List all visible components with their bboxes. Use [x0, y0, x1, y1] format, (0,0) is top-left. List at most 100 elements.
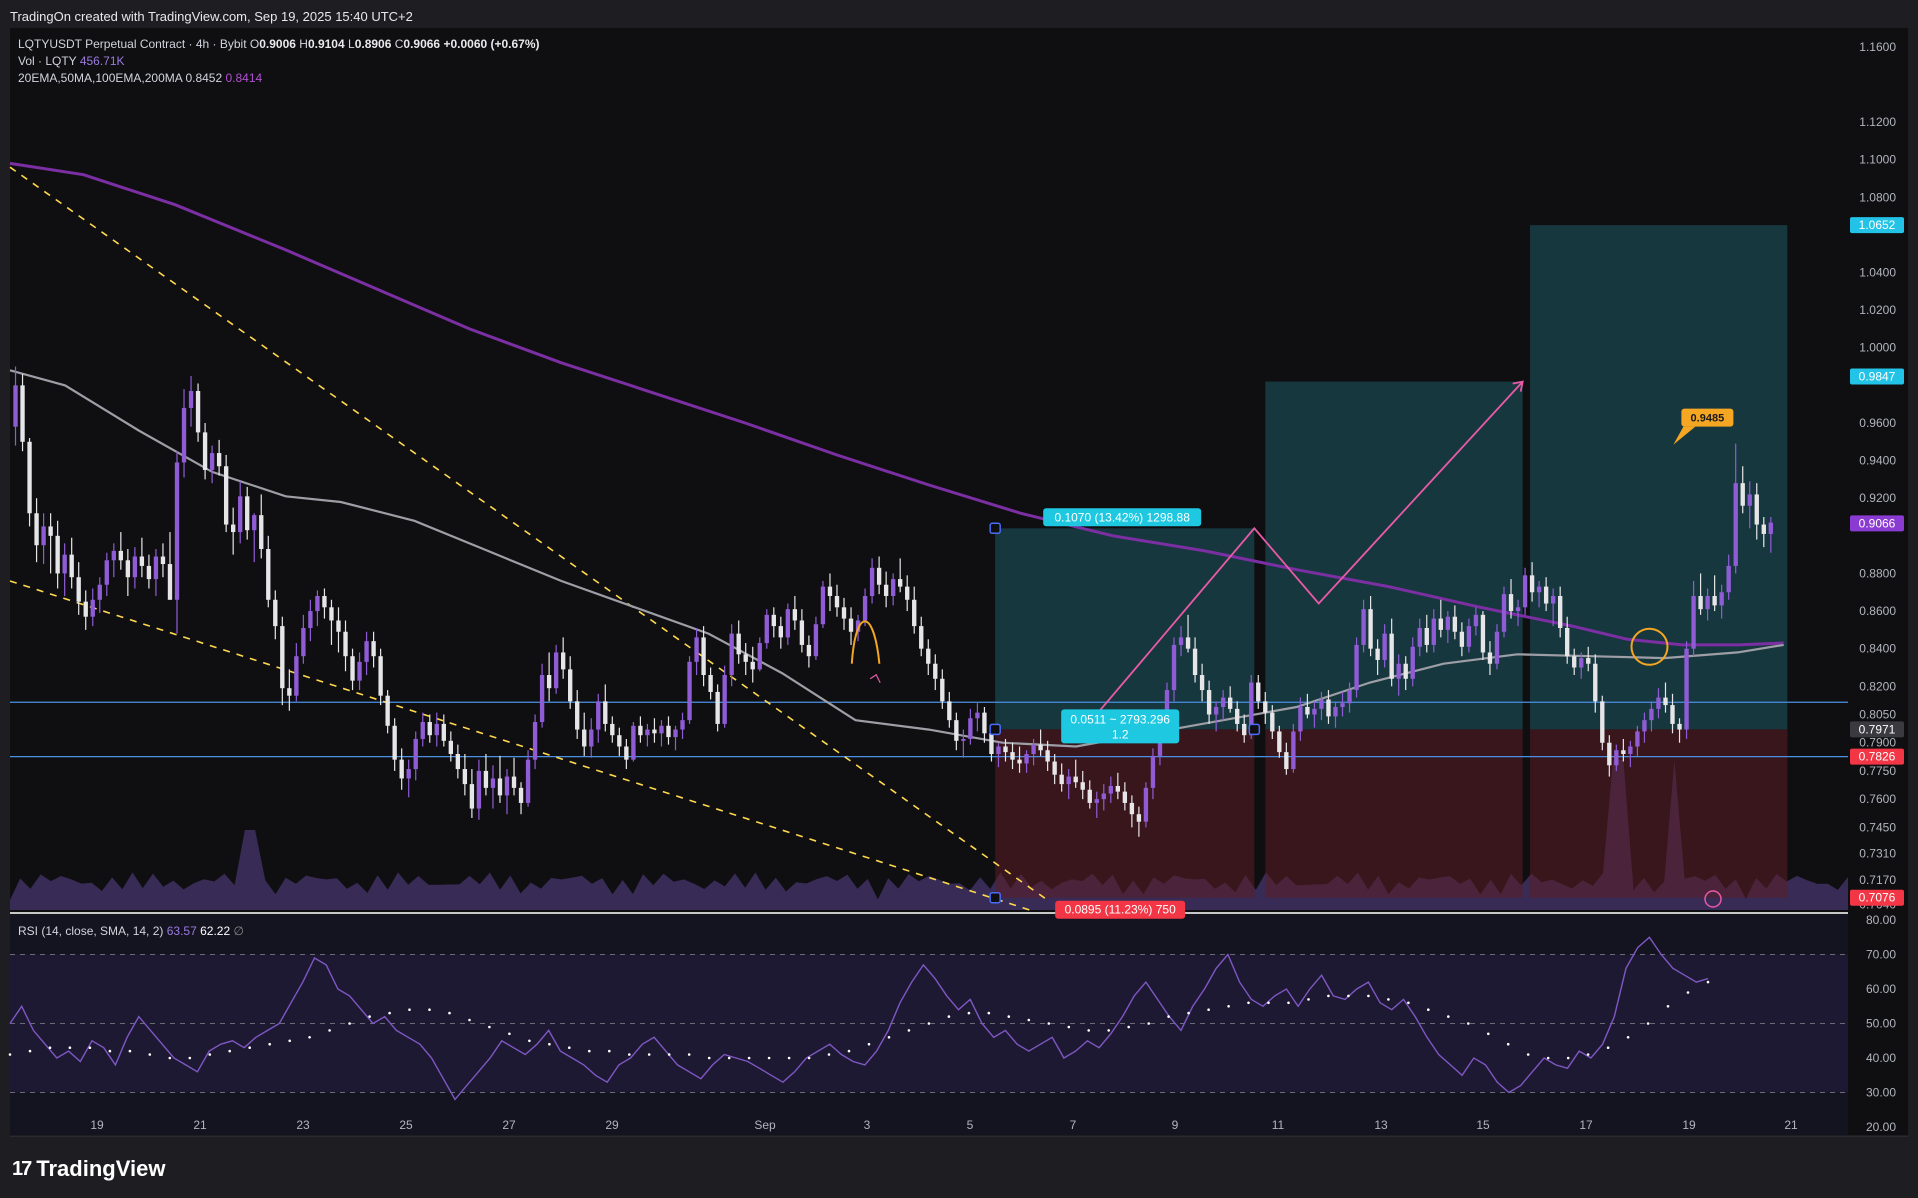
candle-body	[1080, 782, 1085, 790]
candle-body	[764, 614, 769, 644]
candle-body	[1642, 720, 1647, 732]
candle-body	[1572, 656, 1577, 668]
candle-body	[413, 738, 418, 770]
candle-body	[1508, 594, 1514, 612]
candle-body	[1066, 776, 1071, 785]
rsi-axis-tick-label: 60.00	[1866, 982, 1896, 996]
candle-body	[1494, 631, 1500, 664]
time-axis-tick-label: 27	[502, 1118, 516, 1132]
candle-body	[1052, 761, 1057, 775]
candle-body	[1768, 522, 1773, 534]
candle-body	[174, 462, 180, 600]
candle-body	[1712, 596, 1717, 606]
candle-body	[708, 675, 713, 692]
candle-body	[1621, 750, 1626, 755]
rsi-legend-row: RSI (14, close, SMA, 14, 2) 63.57 62.22 …	[18, 924, 244, 938]
candle-body	[1579, 658, 1584, 668]
rsi-legend-label: RSI (14, close, SMA, 14, 2)	[18, 924, 164, 938]
time-axis-tick-label: 21	[193, 1118, 207, 1132]
price-axis-tick-label: 0.7600	[1859, 792, 1896, 806]
rsi-sma-dot	[707, 1056, 711, 1060]
price-axis-tag: 1.0652	[1850, 217, 1904, 234]
candle-body	[343, 631, 348, 657]
candle-body	[181, 407, 187, 463]
price-axis-tick-label: 1.0000	[1859, 341, 1896, 355]
candle-body	[1038, 744, 1043, 751]
rsi-sma-dot	[1666, 1005, 1670, 1008]
rsi-sma-dot	[248, 1046, 251, 1049]
rsi-sma-dot	[1067, 1025, 1071, 1029]
rsi-sma-dot	[1227, 1005, 1230, 1008]
rsi-sma-dot	[767, 1056, 771, 1060]
candle-body	[1312, 708, 1317, 715]
rsi-sma-dot	[1526, 1053, 1530, 1056]
candle-body	[1220, 697, 1226, 707]
rsi-sma-dot	[647, 1053, 651, 1056]
time-axis-tick-label: 7	[1070, 1118, 1077, 1132]
candle-body	[1235, 708, 1240, 724]
position-target-label-text: 0.1070 (13.42%) 1298.88	[1054, 510, 1190, 524]
candle-body	[1143, 787, 1149, 822]
price-axis-tag: 0.9847	[1850, 368, 1904, 385]
candle-body	[34, 513, 39, 546]
candle-body	[490, 778, 496, 788]
candle-body	[883, 584, 889, 597]
candle-body	[785, 609, 791, 638]
candle-body	[476, 770, 482, 809]
candle-body	[322, 596, 327, 608]
candle-body	[898, 579, 903, 587]
legend-open-value: 0.9006	[259, 37, 296, 51]
price-axis-tag: 0.7826	[1850, 748, 1904, 765]
candle-body	[1733, 483, 1738, 566]
rsi-sma-dot	[1706, 980, 1710, 984]
candle-body	[575, 701, 580, 730]
candle-body	[1129, 802, 1135, 815]
candle-body	[1213, 706, 1219, 715]
rsi-sma-dot	[228, 1049, 231, 1053]
candle-body	[560, 652, 566, 670]
price-axis-tag-text: 1.0652	[1859, 218, 1896, 232]
price-axis-tick-label: 0.7750	[1859, 764, 1896, 778]
candle-body	[195, 391, 201, 433]
candle-body	[1410, 646, 1415, 679]
candle-body	[919, 626, 924, 649]
candle-body	[1473, 614, 1479, 627]
candle-body	[905, 586, 910, 600]
candle-body	[1431, 618, 1436, 645]
candle-body	[694, 637, 699, 662]
tradingview-logo[interactable]: 17 TradingView	[12, 1156, 165, 1182]
candle-body	[357, 661, 362, 681]
candle-body	[1747, 494, 1752, 506]
candle-body	[568, 669, 573, 702]
rsi-sma-dot	[408, 1008, 411, 1011]
price-axis-tick-label: 0.7900	[1859, 736, 1896, 750]
candle-body	[1291, 731, 1296, 770]
candle-body	[722, 675, 727, 724]
rsi-sma-dot	[1487, 1032, 1490, 1036]
candle-body	[757, 643, 762, 670]
rsi-sma-dot	[1467, 1022, 1470, 1025]
candle-body	[280, 626, 285, 689]
candle-body	[912, 599, 917, 627]
price-axis-tag-text: 0.9066	[1859, 516, 1896, 530]
candle-body	[1403, 663, 1408, 679]
candle-body	[1017, 759, 1022, 764]
candle-body	[55, 535, 60, 574]
tradingview-logo-text: TradingView	[36, 1156, 166, 1181]
legend-symbol-row: LQTYUSDT Perpetual Contract · 4h · Bybit…	[18, 37, 540, 51]
candle-body	[1305, 706, 1310, 715]
candle-body	[118, 550, 124, 561]
candle-body	[1192, 648, 1198, 676]
price-axis-tick-label: 0.8800	[1859, 566, 1896, 580]
candle-body	[876, 567, 882, 585]
candle-body	[167, 564, 173, 600]
rsi-sma-dot	[1646, 1022, 1650, 1025]
candle-body	[223, 466, 229, 525]
rsi-sma-dot	[168, 1056, 172, 1060]
candle-body	[329, 607, 334, 621]
candle-body	[41, 526, 46, 546]
position-target-label: 0.1070 (13.42%) 1298.88	[1043, 508, 1202, 527]
callout-text: 0.9485	[1691, 413, 1725, 425]
legend-low-value: 0.8906	[354, 37, 392, 51]
rsi-sma-dot	[827, 1053, 831, 1056]
